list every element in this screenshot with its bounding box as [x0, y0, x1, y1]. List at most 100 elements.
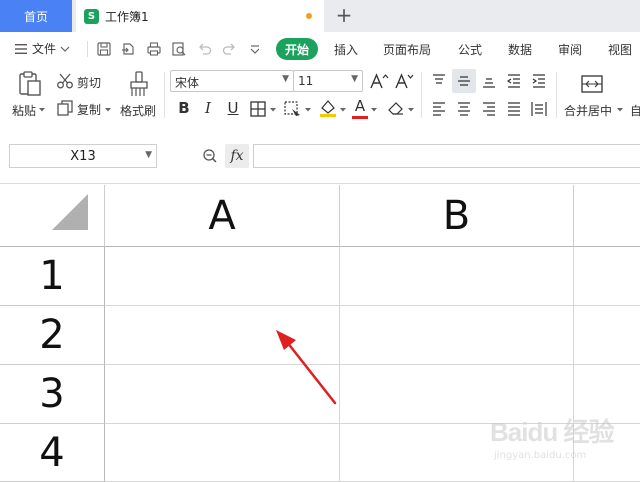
eraser-icon[interactable] — [386, 99, 406, 117]
underline-button[interactable]: U — [224, 98, 242, 118]
font-color-dropdown-icon[interactable] — [370, 107, 378, 113]
align-top-icon[interactable] — [430, 72, 448, 90]
tab-page-layout[interactable]: 页面布局 — [383, 41, 431, 58]
chevron-down-icon: ▼ — [145, 150, 152, 160]
align-right-icon[interactable] — [480, 100, 498, 118]
new-tab-button[interactable]: + — [333, 4, 355, 26]
tab-start-label: 开始 — [284, 42, 309, 57]
align-left-icon[interactable] — [430, 100, 448, 118]
column-header-a[interactable]: A — [105, 185, 340, 247]
row-header-2[interactable]: 2 — [0, 306, 105, 365]
format-painter-button[interactable]: 格式刷 — [120, 102, 156, 119]
file-menu[interactable]: 文件 — [14, 40, 70, 57]
increase-indent-icon[interactable] — [530, 72, 548, 90]
paste-button[interactable]: 粘贴 — [12, 102, 36, 119]
row-header-3[interactable]: 3 — [0, 365, 105, 424]
menu-divider — [87, 41, 88, 57]
formula-input[interactable] — [253, 144, 640, 168]
cell-style-dropdown-icon[interactable] — [304, 107, 312, 113]
merge-center-icon[interactable] — [580, 74, 604, 94]
row-header-1[interactable]: 1 — [0, 247, 105, 306]
cell-b2[interactable] — [340, 306, 574, 365]
align-middle-icon[interactable] — [455, 72, 473, 90]
zoom-out-icon[interactable] — [202, 148, 218, 164]
chevron-down-icon: ▼ — [282, 74, 289, 84]
tab-data[interactable]: 数据 — [508, 41, 532, 58]
select-all-triangle-icon — [52, 194, 88, 230]
ribbon-divider — [164, 72, 165, 118]
tab-insert[interactable]: 插入 — [334, 41, 358, 58]
tab-review[interactable]: 审阅 — [558, 41, 582, 58]
bold-button[interactable]: B — [174, 98, 194, 118]
fill-color-icon[interactable] — [318, 98, 338, 118]
borders-icon[interactable] — [249, 100, 267, 118]
cell-a4[interactable] — [105, 424, 340, 482]
font-color-button[interactable]: A — [352, 96, 368, 116]
print-preview-icon[interactable] — [171, 41, 187, 57]
insert-function-button[interactable]: fx — [225, 144, 249, 168]
print-icon[interactable] — [146, 41, 162, 57]
tab-workbook-title: 工作簿1 — [105, 9, 149, 24]
font-name-value: 宋体 — [175, 76, 200, 90]
menu-row: 文件 开始 插入 页面布局 公式 数据 审阅 视图 — [0, 32, 640, 66]
copy-icon — [57, 100, 73, 116]
undo-icon[interactable] — [197, 41, 213, 57]
align-bottom-icon[interactable] — [480, 72, 498, 90]
scissors-icon — [57, 73, 73, 89]
tab-home-label: 首页 — [23, 9, 48, 24]
save-icon[interactable] — [96, 41, 112, 57]
paste-icon[interactable] — [16, 70, 44, 98]
tab-home[interactable]: 首页 — [0, 0, 72, 32]
decrease-font-icon[interactable] — [394, 72, 414, 90]
column-header-b[interactable]: B — [340, 185, 574, 247]
cell-c1[interactable] — [574, 247, 640, 306]
decrease-indent-icon[interactable] — [505, 72, 523, 90]
select-all-corner[interactable] — [0, 185, 105, 247]
tab-start[interactable]: 开始 — [276, 38, 318, 60]
chevron-down-icon — [60, 46, 70, 52]
tab-view[interactable]: 视图 — [608, 41, 632, 58]
justify-icon[interactable] — [505, 100, 523, 118]
tab-bar: 首页 S 工作簿1 + — [0, 0, 640, 32]
font-name-select[interactable]: 宋体 ▼ — [170, 70, 294, 92]
spreadsheet-logo-icon: S — [84, 8, 99, 24]
cell-style-icon[interactable] — [283, 100, 303, 118]
cell-a1[interactable] — [105, 247, 340, 306]
chevron-down-icon: ▼ — [351, 74, 358, 84]
italic-button[interactable]: I — [199, 98, 217, 118]
copy-button[interactable]: 复制 — [77, 101, 101, 118]
borders-dropdown-icon[interactable] — [269, 107, 277, 113]
export-icon[interactable] — [120, 41, 136, 57]
format-painter-icon[interactable] — [126, 70, 152, 98]
font-size-select[interactable]: 11 ▼ — [293, 70, 363, 92]
paste-dropdown-icon[interactable] — [38, 107, 46, 113]
formula-bar: X13 ▼ fx — [0, 126, 640, 184]
font-size-value: 11 — [298, 74, 314, 88]
clear-dropdown-icon[interactable] — [407, 107, 415, 113]
name-box[interactable]: X13 ▼ — [9, 144, 157, 168]
customize-quick-access-icon[interactable] — [247, 41, 263, 57]
cell-c2[interactable] — [574, 306, 640, 365]
cut-button[interactable]: 剪切 — [77, 74, 101, 91]
ribbon-divider — [421, 72, 422, 118]
column-header-next[interactable] — [574, 185, 640, 247]
merge-dropdown-icon[interactable] — [616, 107, 624, 113]
distributed-align-icon[interactable] — [530, 100, 548, 118]
row-header-4[interactable]: 4 — [0, 424, 105, 482]
auto-wrap-button[interactable]: 自 — [630, 102, 640, 119]
cell-a2[interactable] — [105, 306, 340, 365]
merge-center-button[interactable]: 合并居中 — [564, 102, 612, 119]
hamburger-icon — [15, 43, 27, 54]
tab-formulas[interactable]: 公式 — [458, 41, 482, 58]
align-center-icon[interactable] — [455, 100, 473, 118]
redo-icon[interactable] — [221, 41, 237, 57]
cell-a3[interactable] — [105, 365, 340, 424]
copy-dropdown-icon[interactable] — [104, 107, 112, 113]
cell-b1[interactable] — [340, 247, 574, 306]
watermark-url: jingyan.baidu.com — [494, 450, 587, 461]
increase-font-icon[interactable] — [369, 72, 389, 90]
tab-workbook[interactable]: S 工作簿1 — [76, 0, 324, 32]
font-color-swatch — [352, 116, 368, 119]
name-box-value: X13 — [70, 148, 96, 164]
fill-color-dropdown-icon[interactable] — [339, 107, 347, 113]
